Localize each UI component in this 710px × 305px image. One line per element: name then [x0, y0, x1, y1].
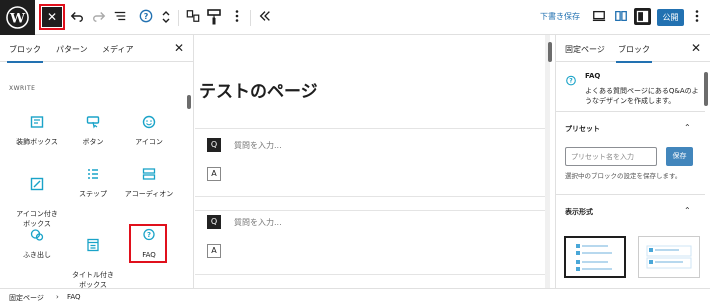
tab-media[interactable]: メディア — [102, 44, 133, 55]
preset-name-input[interactable]: プリセット名を入力 — [565, 147, 657, 166]
faq-divider — [195, 128, 545, 129]
answer-badge: A — [207, 244, 221, 258]
smiley-icon — [142, 115, 156, 129]
breadcrumb-separator: › — [56, 293, 59, 301]
canvas-scrollbar[interactable] — [548, 42, 552, 62]
block-speech-bubble[interactable]: ふき出し — [9, 228, 65, 260]
block-label: ふき出し — [23, 251, 51, 259]
block-label: タイトル付き ボックス — [72, 271, 114, 289]
block-button[interactable]: ボタン — [65, 115, 121, 147]
preset-help-text: 選択中のブロックの設定を保存します。 — [565, 172, 682, 180]
collapse-toolbar-icon[interactable] — [258, 9, 274, 25]
document-overview-icon[interactable] — [113, 9, 129, 25]
block-decorated-box[interactable]: 装飾ボックス — [9, 115, 65, 147]
tab-page[interactable]: 固定ページ — [565, 44, 605, 55]
faq-divider — [195, 196, 545, 197]
faq-style-preview-icon — [646, 245, 692, 269]
block-icon-box[interactable]: アイコン付き ボックス — [9, 167, 65, 229]
inserter-scrollbar[interactable] — [187, 95, 191, 109]
preset-save-button[interactable]: 保存 — [666, 147, 693, 166]
preview-desktop-icon[interactable] — [592, 9, 608, 25]
svg-text:?: ? — [569, 78, 573, 85]
block-label: 装飾ボックス — [16, 138, 58, 146]
tab-patterns[interactable]: パターン — [56, 44, 88, 55]
toolbar-divider — [250, 10, 251, 26]
accordion-icon — [142, 167, 156, 181]
breadcrumb: 固定ページ › FAQ — [0, 288, 710, 305]
inserter-close-button[interactable]: ✕ — [174, 41, 184, 55]
tab-blocks[interactable]: ブロック — [7, 44, 43, 63]
editor-app: W ✕ ? 下書き保存 公開 ブロック パターン メディア ✕ XWRITE 装… — [0, 0, 710, 305]
question-input[interactable]: 質問を入力... — [234, 140, 282, 151]
block-icon[interactable]: アイコン — [121, 115, 177, 147]
view-page-book-icon[interactable] — [614, 9, 630, 25]
editor-canvas: テストのページ Q 質問を入力... A Q 質問を入力... A — [195, 35, 550, 288]
faq-divider — [195, 210, 545, 211]
faq-block-icon: ? — [565, 72, 577, 91]
settings-close-button[interactable]: ✕ — [691, 41, 701, 55]
steps-icon — [86, 167, 100, 181]
display-style-option-2[interactable] — [638, 236, 700, 278]
question-badge: Q — [207, 215, 221, 229]
toggle-inserter-close-button[interactable]: ✕ — [39, 4, 65, 30]
settings-sidebar: 固定ページ ブロック ✕ ? FAQ よくある質問ページにあるQ&Aのようなデザ… — [555, 35, 710, 288]
svg-text:W: W — [9, 10, 26, 26]
breadcrumb-item-faq[interactable]: FAQ — [67, 293, 81, 301]
block-label: ボタン — [82, 138, 104, 146]
question-input[interactable]: 質問を入力... — [234, 217, 282, 228]
chevron-up-icon[interactable]: ⌃ — [684, 123, 691, 132]
canvas-page: テストのページ Q 質問を入力... A Q 質問を入力... A — [195, 35, 545, 288]
top-toolbar: W ✕ ? 下書き保存 公開 — [0, 0, 710, 35]
icon-box-icon — [30, 177, 44, 191]
help-circle-icon[interactable]: ? — [139, 9, 155, 25]
block-titled-box[interactable]: タイトル付き ボックス — [65, 228, 121, 290]
paint-roller-icon[interactable] — [207, 9, 223, 25]
wordpress-logo-button[interactable]: W — [0, 0, 35, 35]
speech-bubble-icon — [30, 228, 44, 242]
more-options-icon[interactable] — [234, 9, 250, 25]
faq-highlight-frame — [129, 224, 167, 263]
block-label: アイコン — [135, 138, 163, 146]
question-badge: Q — [207, 138, 221, 152]
block-card-title: FAQ — [585, 72, 601, 80]
chevron-up-icon[interactable]: ⌃ — [684, 206, 691, 215]
answer-badge: A — [207, 167, 221, 181]
options-menu-icon[interactable] — [694, 9, 710, 25]
decorated-box-icon — [30, 115, 44, 129]
redo-icon[interactable] — [92, 9, 108, 25]
publish-button[interactable]: 公開 — [657, 9, 684, 26]
preset-heading[interactable]: プリセット — [565, 124, 600, 134]
block-label: ステップ — [79, 190, 107, 198]
svg-text:?: ? — [144, 12, 149, 21]
category-heading: XWRITE — [9, 85, 36, 92]
block-accordion[interactable]: アコーディオン — [121, 167, 177, 199]
page-title[interactable]: テストのページ — [199, 77, 318, 102]
settings-scrollbar[interactable] — [704, 72, 708, 106]
tab-block[interactable]: ブロック — [616, 44, 652, 63]
block-card-description: よくある質問ページにあるQ&Aのようなデザインを作成します。 — [585, 87, 699, 105]
chevron-up-down-icon[interactable] — [160, 9, 176, 25]
titled-box-icon — [86, 238, 100, 252]
save-draft-button[interactable]: 下書き保存 — [540, 11, 580, 22]
block-label: アイコン付き ボックス — [16, 210, 58, 228]
settings-tabs: 固定ページ ブロック ✕ — [556, 35, 710, 63]
faq-style-preview-icon — [576, 244, 612, 271]
block-label: アコーディオン — [124, 190, 174, 198]
inserter-tabs: ブロック パターン メディア ✕ — [0, 35, 193, 63]
button-icon — [86, 115, 100, 129]
breadcrumb-item-page[interactable]: 固定ページ — [9, 293, 44, 303]
wordpress-icon: W — [6, 6, 29, 29]
faq-divider — [195, 274, 545, 275]
display-panel-divider — [556, 194, 705, 195]
undo-icon[interactable] — [70, 9, 86, 25]
settings-sidebar-toggle-icon[interactable] — [634, 8, 651, 25]
block-steps[interactable]: ステップ — [65, 167, 121, 199]
toolbar-divider — [178, 10, 179, 26]
display-format-heading[interactable]: 表示形式 — [565, 207, 593, 217]
display-style-option-1[interactable] — [564, 236, 626, 278]
transform-block-icon[interactable] — [186, 9, 202, 25]
